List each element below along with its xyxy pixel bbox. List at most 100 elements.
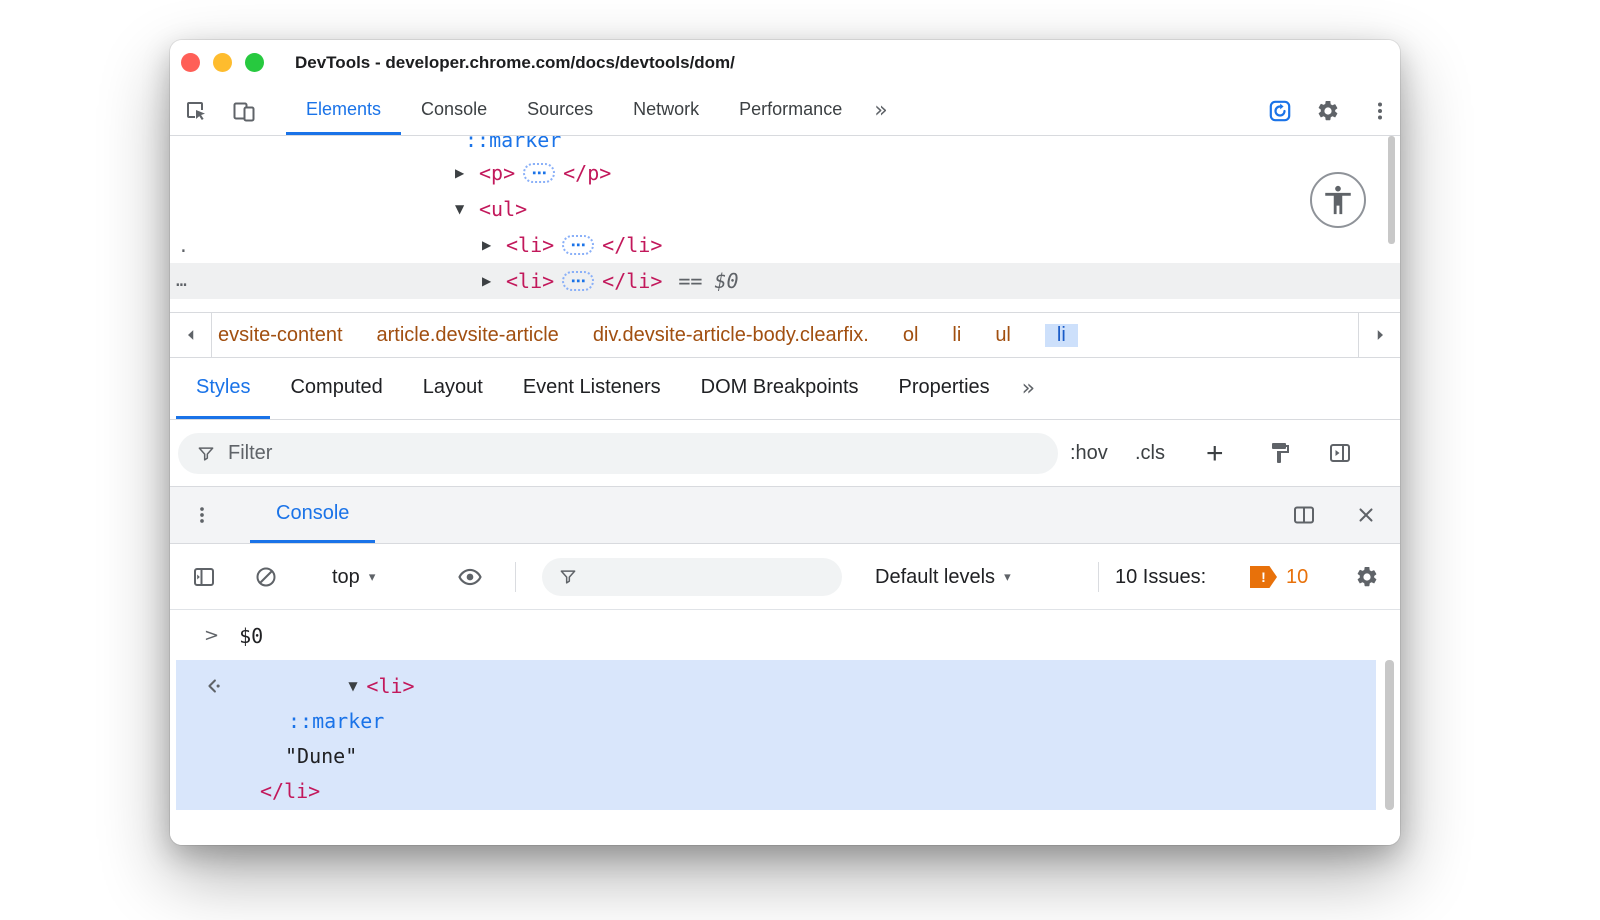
tab-event-listeners[interactable]: Event Listeners [503,358,681,419]
console-drawer-header: Console [170,487,1400,544]
tree-row-li-selected[interactable]: ▶ <li> ⋯ </li> == $0 [482,263,739,299]
context-selector-value: top [332,566,360,589]
collapse-arrow-icon[interactable]: ▼ [455,202,479,216]
more-tabs-icon[interactable]: » [862,86,899,135]
log-levels-dropdown[interactable]: Default levels ▾ [875,544,1011,610]
inline-expand-button[interactable]: ⋯ [562,235,594,255]
expand-arrow-icon[interactable]: ▶ [482,238,506,252]
titlebar: DevTools - developer.chrome.com/docs/dev… [170,40,1400,86]
tree-row-li-1[interactable]: ▶ <li> ⋯ </li> [482,227,662,263]
li-close-tag[interactable]: </li> [602,233,662,257]
expand-arrow-icon[interactable]: ▶ [482,274,506,288]
drawer-tab-console[interactable]: Console [250,487,375,543]
divider [515,562,516,592]
accessibility-icon[interactable] [1310,172,1366,228]
console-node-marker-row[interactable]: ::marker [288,703,384,738]
console-settings-gear-icon[interactable] [1353,563,1381,591]
log-levels-value: Default levels [875,566,995,589]
tab-dom-breakpoints[interactable]: DOM Breakpoints [681,358,879,419]
marker-pseudo-element[interactable]: ::marker [465,136,561,152]
tab-sources[interactable]: Sources [507,86,613,135]
p-open-tag[interactable]: <p> [479,161,515,185]
console-scrollbar[interactable] [1385,660,1394,810]
li-open-tag[interactable]: <li> [506,233,554,257]
chevron-down-icon: ▾ [369,570,376,585]
selected-node-highlight [170,263,1400,299]
drawer-kebab-menu-icon[interactable] [188,501,216,529]
inline-expand-button[interactable]: ⋯ [562,271,594,291]
li-close-tag[interactable]: </li> [260,779,320,803]
eye-live-expression-icon[interactable] [456,563,484,591]
li-open-tag[interactable]: <li> [366,674,414,698]
expand-arrow-icon[interactable]: ▶ [455,166,479,180]
breadcrumb-item-selected[interactable]: li [1045,324,1078,347]
breadcrumb: evsite-content article.devsite-article d… [170,312,1400,358]
li-open-tag[interactable]: <li> [506,269,554,293]
breadcrumb-item[interactable]: ul [995,324,1011,347]
close-window-button[interactable] [181,53,200,72]
breadcrumb-item[interactable]: evsite-content [218,324,343,347]
ul-open-tag[interactable]: <ul> [479,197,527,221]
collapse-arrow-icon[interactable]: ▼ [348,679,366,693]
styles-filter-input[interactable]: Filter [178,433,1058,474]
console-filter-input[interactable] [542,558,842,596]
kebab-menu-icon[interactable] [1366,97,1394,125]
toggle-element-classes-button[interactable]: .cls [1135,420,1165,487]
console-messages: > $0 ▼ <li> ::marker "Dune" [170,610,1400,845]
tree-row-p[interactable]: ▶ <p> ⋯ </p> [455,155,611,191]
issues-label[interactable]: 10 Issues: [1115,544,1206,610]
tab-computed[interactable]: Computed [270,358,402,419]
more-tabs-icon[interactable]: » [1010,358,1047,419]
panel-tabs: Elements Console Sources Network Perform… [286,86,900,135]
tab-console[interactable]: Console [401,86,507,135]
li-close-tag[interactable]: </li> [602,269,662,293]
breadcrumb-scroll-left-icon[interactable] [170,313,212,357]
console-node-open-row[interactable]: ▼ <li> [203,668,415,703]
divider [1098,562,1099,592]
settings-gear-icon[interactable] [1314,97,1342,125]
console-node-preview[interactable]: ▼ <li> ::marker "Dune" </li> [176,660,1376,810]
tab-network[interactable]: Network [613,86,719,135]
marker-pseudo-element[interactable]: ::marker [288,709,384,733]
breadcrumb-item[interactable]: li [952,324,961,347]
split-panel-icon[interactable] [1290,501,1318,529]
paint-roller-icon[interactable] [1266,439,1294,467]
tab-performance[interactable]: Performance [719,86,862,135]
breadcrumb-scroll-right-icon[interactable] [1358,313,1400,357]
tab-properties[interactable]: Properties [879,358,1010,419]
breadcrumb-item[interactable]: article.devsite-article [377,324,559,347]
clear-console-icon[interactable] [252,563,280,591]
sidebar-toggle-icon[interactable] [1326,439,1354,467]
device-toolbar-icon[interactable] [230,97,258,125]
new-style-rule-button[interactable]: + [1206,420,1224,487]
main-toolbar: Elements Console Sources Network Perform… [170,86,1400,136]
circular-arrow-badge-icon[interactable] [1266,97,1294,125]
breadcrumb-item[interactable]: div.devsite-article-body.clearfix. [593,324,869,347]
devtools-window: DevTools - developer.chrome.com/docs/dev… [170,40,1400,845]
p-close-tag[interactable]: </p> [563,161,611,185]
inspect-icon[interactable] [182,97,210,125]
tree-scrollbar[interactable] [1388,136,1395,244]
tab-elements[interactable]: Elements [286,86,401,135]
toggle-pseudo-classes-button[interactable]: :hov [1070,420,1108,487]
breadcrumb-item[interactable]: ol [903,324,919,347]
minimize-window-button[interactable] [213,53,232,72]
inline-expand-button[interactable]: ⋯ [523,163,555,183]
window-title: DevTools - developer.chrome.com/docs/dev… [295,40,735,86]
tab-styles[interactable]: Styles [176,358,270,419]
console-node-text-row[interactable]: "Dune" [285,738,357,773]
console-sidebar-icon[interactable] [190,563,218,591]
tree-row-ul[interactable]: ▼ <ul> [455,191,527,227]
context-selector[interactable]: top ▾ [332,544,375,610]
breadcrumb-list: evsite-content article.devsite-article d… [212,324,1078,347]
sidebar-tabs: Styles Computed Layout Event Listeners D… [170,358,1400,420]
console-node-close-row[interactable]: </li> [260,773,320,808]
tab-layout[interactable]: Layout [403,358,503,419]
zoom-window-button[interactable] [245,53,264,72]
gutter-ellipsis: … [176,270,187,291]
issues-count[interactable]: 10 [1286,544,1308,610]
issues-warning-icon[interactable]: ! [1250,566,1277,588]
gutter-dot: . [178,236,189,257]
text-node-value[interactable]: "Dune" [285,744,357,768]
close-drawer-icon[interactable] [1352,501,1380,529]
